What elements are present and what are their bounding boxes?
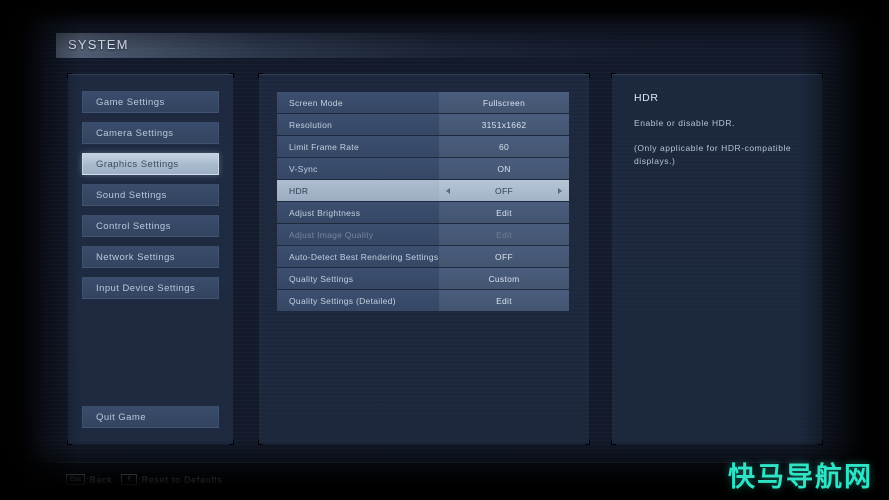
settings-row-value-text: Fullscreen xyxy=(482,97,526,108)
key-hint: F:Reset to Defaults xyxy=(121,474,222,485)
key-hint: Esc:Back xyxy=(66,474,112,485)
settings-row-label: HDR xyxy=(277,180,439,201)
sidebar-item-label: Game Settings xyxy=(96,96,165,108)
sidebar-item-label: Graphics Settings xyxy=(96,158,179,170)
corner-tick-icon xyxy=(258,73,263,78)
settings-row[interactable]: Auto-Detect Best Rendering Settings OFF xyxy=(277,246,569,267)
info-title: HDR xyxy=(634,92,659,104)
settings-row-value-text: Edit xyxy=(496,295,512,306)
sidebar-panel: Game Settings Camera Settings Graphics Set… xyxy=(67,73,234,445)
sidebar-item-control-settings[interactable]: Control Settings xyxy=(82,215,219,237)
settings-row-value-text: Edit xyxy=(496,207,512,218)
settings-row[interactable]: Resolution 3151x1662 xyxy=(277,114,569,135)
info-content: HDR Enable or disable HDR. (Only applica… xyxy=(634,92,806,180)
sidebar-item-label: Sound Settings xyxy=(96,189,167,201)
corner-tick-icon xyxy=(229,440,234,445)
corner-tick-icon xyxy=(585,440,590,445)
settings-row[interactable]: Limit Frame Rate 60 xyxy=(277,136,569,157)
settings-row[interactable]: Adjust Brightness Edit xyxy=(277,202,569,223)
settings-row-label: Quality Settings xyxy=(277,268,439,289)
settings-row[interactable]: V-Sync ON xyxy=(277,158,569,179)
settings-row-label: Screen Mode xyxy=(277,92,439,113)
corner-tick-icon xyxy=(611,440,616,445)
settings-row-value[interactable]: 60 xyxy=(439,136,569,157)
sidebar-item-label: Control Settings xyxy=(96,220,171,232)
settings-row-value[interactable]: Custom xyxy=(439,268,569,289)
title-bar: SYSTEM xyxy=(56,33,856,58)
settings-row: Adjust Image Quality Edit xyxy=(277,224,569,245)
quit-game-button[interactable]: Quit Game xyxy=(82,406,219,428)
settings-row-value-text: ON xyxy=(497,163,511,174)
sidebar-item-label: Network Settings xyxy=(96,251,176,263)
quit-game-label: Quit Game xyxy=(96,411,146,423)
corner-tick-icon xyxy=(611,73,616,78)
settings-row-value[interactable]: Edit xyxy=(439,290,569,311)
corner-tick-icon xyxy=(585,73,590,78)
corner-tick-icon xyxy=(67,440,72,445)
sidebar-list: Game Settings Camera Settings Graphics Set… xyxy=(68,91,233,308)
key-hints: Esc:Back F:Reset to Defaults xyxy=(66,474,232,485)
settings-row-value[interactable]: 3151x1662 xyxy=(439,114,569,135)
corner-tick-icon xyxy=(258,440,263,445)
settings-row-value-text: 60 xyxy=(498,141,510,152)
chevron-left-icon[interactable] xyxy=(446,187,450,194)
keycap-icon: Esc xyxy=(66,474,86,485)
settings-row-label: Adjust Image Quality xyxy=(277,224,439,245)
settings-row-value-text: Custom xyxy=(488,273,520,284)
settings-row[interactable]: HDR OFF xyxy=(277,180,569,201)
settings-row-label: V-Sync xyxy=(277,158,439,179)
settings-row-value[interactable]: OFF xyxy=(439,180,569,201)
settings-row-label: Adjust Brightness xyxy=(277,202,439,223)
settings-row-label: Limit Frame Rate xyxy=(277,136,439,157)
sidebar-item-label: Camera Settings xyxy=(96,127,174,139)
sidebar-item-camera-settings[interactable]: Camera Settings xyxy=(82,122,219,144)
settings-row-value-text: Edit xyxy=(496,229,512,240)
page-title: SYSTEM xyxy=(68,37,129,52)
sidebar-item-sound-settings[interactable]: Sound Settings xyxy=(82,184,219,206)
sidebar-item-game-settings[interactable]: Game Settings xyxy=(82,91,219,113)
corner-tick-icon xyxy=(818,73,823,78)
key-hint-label: :Back xyxy=(86,474,113,485)
settings-row[interactable]: Quality Settings (Detailed) Edit xyxy=(277,290,569,311)
settings-row-value: Edit xyxy=(439,224,569,245)
settings-row-label: Auto-Detect Best Rendering Settings xyxy=(277,246,439,267)
corner-tick-icon xyxy=(229,73,234,78)
settings-row-value[interactable]: OFF xyxy=(439,246,569,267)
info-note: (Only applicable for HDR-compatible disp… xyxy=(634,143,792,166)
watermark: 快马导航网 xyxy=(728,462,873,493)
sidebar-item-network-settings[interactable]: Network Settings xyxy=(82,246,219,268)
settings-row-value-text: OFF xyxy=(495,185,513,196)
sidebar-item-label: Input Device Settings xyxy=(96,282,196,294)
info-description: Enable or disable HDR. xyxy=(634,118,735,128)
settings-row-label: Quality Settings (Detailed) xyxy=(277,290,439,311)
sidebar-item-graphics-settings[interactable]: Graphics Settings xyxy=(82,153,219,175)
settings-row-value[interactable]: ON xyxy=(439,158,569,179)
settings-row[interactable]: Quality Settings Custom xyxy=(277,268,569,289)
keycap-icon: F xyxy=(121,474,138,485)
settings-row[interactable]: Screen Mode Fullscreen xyxy=(277,92,569,113)
corner-tick-icon xyxy=(818,440,823,445)
key-hint-label: :Reset to Defaults xyxy=(138,474,223,485)
settings-row-value[interactable]: Edit xyxy=(439,202,569,223)
chevron-right-icon[interactable] xyxy=(558,187,562,194)
settings-row-value[interactable]: Fullscreen xyxy=(439,92,569,113)
sidebar-item-input-device-settings[interactable]: Input Device Settings xyxy=(82,277,219,299)
settings-panel: Screen Mode Fullscreen Resolution 3151x1662… xyxy=(258,73,590,445)
settings-row-list: Screen Mode Fullscreen Resolution 3151x1662… xyxy=(277,92,569,312)
info-panel: HDR Enable or disable HDR. (Only applica… xyxy=(611,73,823,445)
corner-tick-icon xyxy=(67,73,72,78)
settings-row-value-text: 3151x1662 xyxy=(481,119,527,130)
game-settings-screen: SYSTEM Game Settings Camera Settings Graph… xyxy=(0,0,889,500)
settings-row-label: Resolution xyxy=(277,114,439,135)
settings-row-value-text: OFF xyxy=(495,251,513,262)
